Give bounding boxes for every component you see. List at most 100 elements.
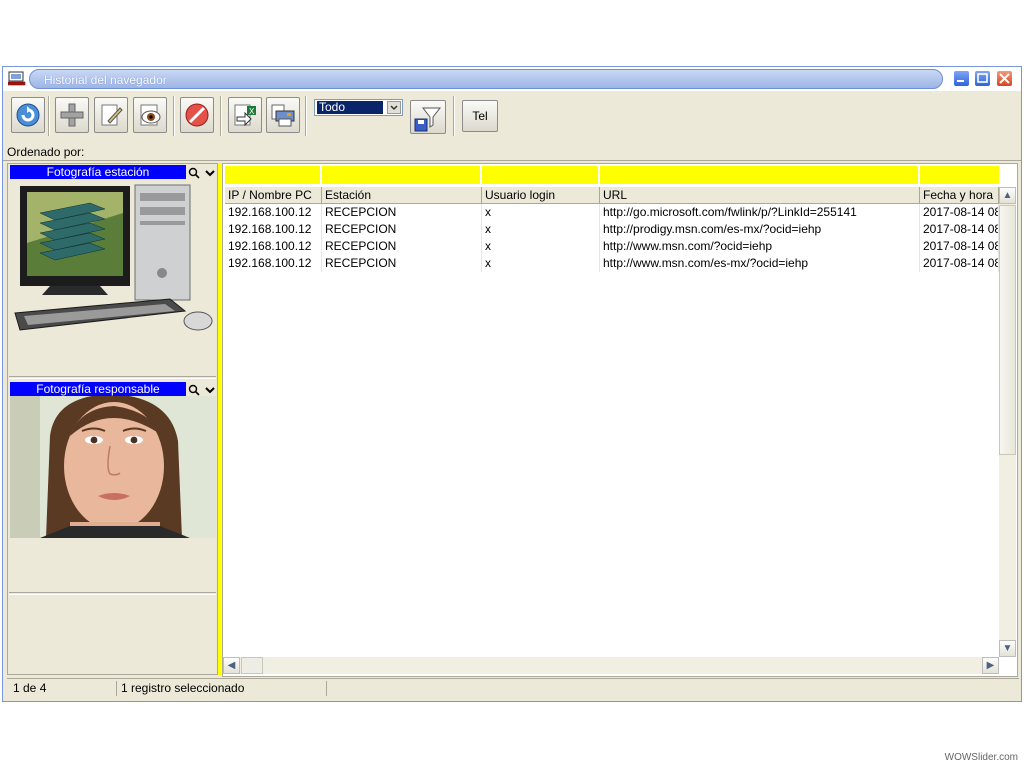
table-row[interactable]: 192.168.100.12 RECEPCION x http://prodig…: [223, 221, 999, 238]
title-bar-caption: Historial del navegador: [29, 69, 943, 89]
filter-dropdown-value: Todo: [317, 101, 383, 114]
maximize-icon: [977, 73, 988, 83]
sort-label: Ordenado por:: [7, 145, 85, 159]
cell-datetime: 2017-08-14 08:: [920, 238, 999, 255]
cell-user: x: [482, 238, 600, 255]
close-button[interactable]: [996, 70, 1013, 87]
filter-cell-station[interactable]: [322, 166, 482, 184]
filter-cell-datetime[interactable]: [920, 166, 999, 184]
filter-save-icon: [414, 107, 442, 132]
cell-user: x: [482, 221, 600, 238]
refresh-button[interactable]: [11, 97, 45, 133]
cell-user: x: [482, 255, 600, 272]
record-position: 1 de 4: [9, 681, 117, 696]
station-photo-header: Fotografía estación: [10, 165, 186, 179]
toolbar-separator: [173, 96, 175, 136]
workstation-photo: [10, 183, 216, 338]
filter-dropdown[interactable]: Todo: [314, 99, 403, 116]
zoom-icon[interactable]: [188, 167, 200, 179]
cell-station: RECEPCION: [322, 238, 482, 255]
cell-datetime: 2017-08-14 08:: [920, 255, 999, 272]
toolbar-separator: [220, 96, 222, 136]
cell-station: RECEPCION: [322, 221, 482, 238]
cell-datetime: 2017-08-14 08:: [920, 221, 999, 238]
responsible-photo-controls: [188, 382, 218, 396]
computer-icon: [8, 71, 26, 86]
print-button[interactable]: [266, 97, 300, 133]
vertical-scrollbar[interactable]: ▲ ▼: [999, 187, 1016, 657]
add-button[interactable]: [55, 97, 89, 133]
filter-cell-ip[interactable]: [225, 166, 322, 184]
divider: [3, 160, 1021, 161]
person-photo: [10, 394, 216, 538]
cell-url: http://go.microsoft.com/fwlink/p/?LinkId…: [600, 204, 920, 221]
scroll-down-button[interactable]: ▼: [999, 640, 1016, 657]
cell-station: RECEPCION: [322, 204, 482, 221]
cell-ip: 192.168.100.12: [225, 221, 322, 238]
scroll-up-button[interactable]: ▲: [999, 187, 1016, 204]
responsible-photo: [10, 394, 216, 538]
cell-ip: 192.168.100.12: [225, 255, 322, 272]
station-photo-controls: [188, 165, 218, 179]
delete-icon: [185, 103, 209, 127]
column-header-user[interactable]: Usuario login: [482, 187, 600, 204]
tel-button[interactable]: Tel: [462, 100, 498, 132]
cell-ip: 192.168.100.12: [225, 204, 322, 221]
add-icon: [60, 103, 84, 127]
chevron-down-icon[interactable]: [204, 384, 216, 396]
table-row[interactable]: 192.168.100.12 RECEPCION x http://www.ms…: [223, 255, 999, 272]
scroll-thumb[interactable]: [241, 657, 263, 674]
scroll-left-button[interactable]: ◀: [223, 657, 240, 674]
cell-datetime: 2017-08-14 08:: [920, 204, 999, 221]
filter-cell-url[interactable]: [600, 166, 920, 184]
toolbar: X Todo Tel: [7, 94, 1019, 138]
history-grid: IP / Nombre PC Estación Usuario login UR…: [222, 163, 1018, 677]
cell-user: x: [482, 204, 600, 221]
maximize-button[interactable]: [974, 70, 991, 87]
chevron-down-icon[interactable]: [204, 167, 216, 179]
toolbar-separator: [48, 96, 50, 136]
view-icon: [140, 104, 161, 126]
horizontal-scrollbar[interactable]: ◀ ▶: [223, 657, 999, 674]
scroll-right-button[interactable]: ▶: [982, 657, 999, 674]
status-bar: 1 de 4 1 registro seleccionado: [7, 678, 1019, 697]
column-header-datetime[interactable]: Fecha y hora: [920, 187, 999, 204]
minimize-icon: [957, 80, 964, 82]
panel-divider: [9, 592, 216, 595]
table-row[interactable]: 192.168.100.12 RECEPCION x http://go.mic…: [223, 204, 999, 221]
export-excel-button[interactable]: X: [228, 97, 262, 133]
close-icon: [999, 73, 1010, 84]
column-header-station[interactable]: Estación: [322, 187, 482, 204]
export-excel-icon: X: [234, 104, 256, 127]
toolbar-separator: [305, 96, 307, 136]
cell-url: http://prodigy.msn.com/es-mx/?ocid=iehp: [600, 221, 920, 238]
panel-divider: [9, 376, 216, 379]
toolbar-separator: [453, 96, 455, 136]
view-button[interactable]: [133, 97, 167, 133]
browser-history-window: Historial del navegador X Todo Tel Orden…: [2, 66, 1022, 702]
table-row[interactable]: 192.168.100.12 RECEPCION x http://www.ms…: [223, 238, 999, 255]
column-header-ip[interactable]: IP / Nombre PC: [225, 187, 322, 204]
edit-button[interactable]: [94, 97, 128, 133]
minimize-button[interactable]: [953, 70, 970, 87]
watermark: WOWSlider.com: [944, 752, 1018, 763]
column-header-url[interactable]: URL: [600, 187, 920, 204]
filter-save-button[interactable]: [410, 100, 446, 134]
cell-ip: 192.168.100.12: [225, 238, 322, 255]
responsible-photo-header: Fotografía responsable: [10, 382, 186, 396]
splitter[interactable]: [218, 163, 221, 675]
print-icon: [271, 104, 295, 127]
edit-icon: [101, 104, 123, 126]
zoom-icon[interactable]: [188, 384, 200, 396]
cell-station: RECEPCION: [322, 255, 482, 272]
svg-text:X: X: [249, 107, 255, 116]
title-bar: Historial del navegador: [3, 67, 1021, 91]
scroll-thumb[interactable]: [999, 205, 1016, 455]
station-photo: [10, 183, 216, 338]
delete-button[interactable]: [180, 97, 214, 133]
refresh-icon: [16, 103, 40, 127]
window-title: Historial del navegador: [44, 73, 167, 87]
filter-cell-user[interactable]: [482, 166, 600, 184]
chevron-down-icon[interactable]: [387, 101, 401, 114]
selection-status: 1 registro seleccionado: [117, 681, 327, 696]
